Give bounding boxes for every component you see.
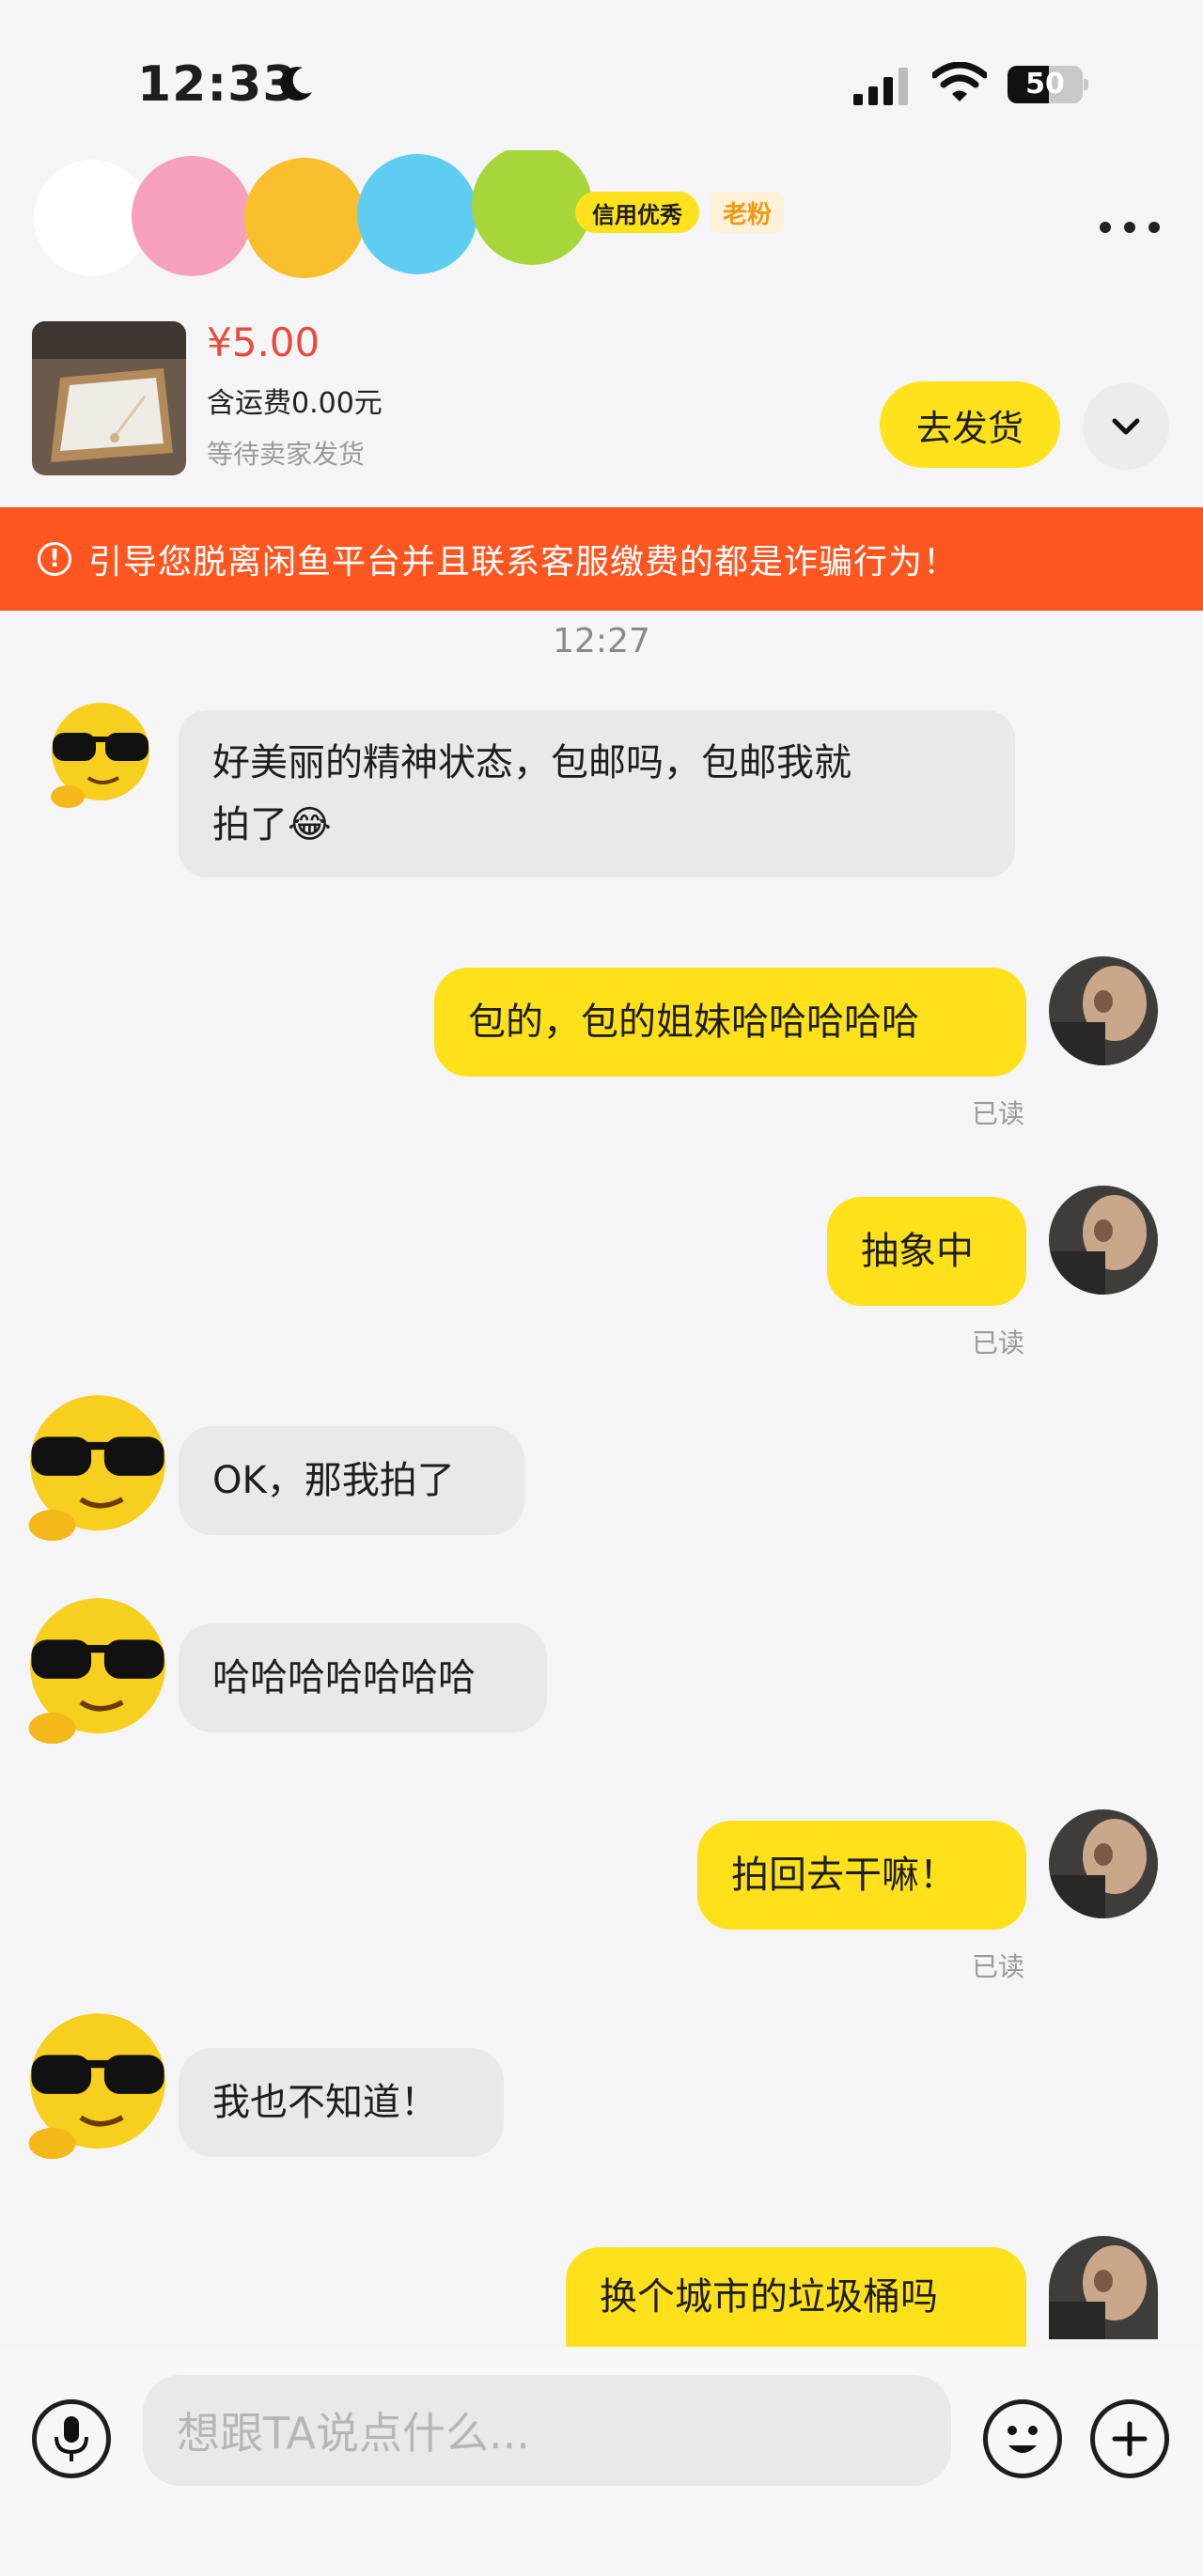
product-thumbnail[interactable] xyxy=(32,321,186,475)
message-incoming[interactable]: 哈哈哈哈哈哈哈 xyxy=(179,1623,547,1732)
ship-button[interactable]: 去发货 xyxy=(880,381,1060,468)
voice-button[interactable] xyxy=(32,2399,111,2478)
buyer-avatar[interactable] xyxy=(13,2003,182,2172)
message-line: 拍了😂 xyxy=(212,803,332,846)
plus-icon xyxy=(1112,2421,1148,2457)
message-outgoing[interactable]: 包的，包的姐妹哈哈哈哈哈 xyxy=(434,968,1026,1077)
read-status: 已读 xyxy=(972,1951,1025,1982)
emoji-icon xyxy=(1008,2426,1038,2453)
message-text: 抽象中 xyxy=(861,1230,974,1273)
moon-icon xyxy=(280,67,312,101)
message-incoming[interactable]: OK，那我拍了 xyxy=(179,1426,524,1535)
status-time: 12:33 xyxy=(137,56,298,113)
microphone-icon xyxy=(55,2416,88,2461)
order-status: 等待卖家发货 xyxy=(207,439,366,470)
message-text: 我也不知道！ xyxy=(212,2081,438,2124)
chevron-down-icon xyxy=(1112,418,1140,435)
credit-badge: 信用优秀 xyxy=(575,192,699,233)
message-text: 换个城市的垃圾桶吗 xyxy=(600,2275,938,2319)
message-input[interactable]: 想跟TA说点什么... xyxy=(143,2375,951,2486)
my-avatar[interactable] xyxy=(1049,1809,1158,1918)
fraud-warning-banner: ! 引导您脱离闲鱼平台并且联系客服缴费的都是诈骗行为！ xyxy=(0,507,1203,611)
message-text: 哈哈哈哈哈哈哈 xyxy=(212,1656,476,1699)
buyer-avatar[interactable] xyxy=(13,1385,182,1554)
seller-name-redaction xyxy=(34,150,592,278)
read-status: 已读 xyxy=(972,1327,1025,1358)
shipping-fee: 含运费0.00元 xyxy=(207,387,383,420)
expand-button[interactable] xyxy=(1083,383,1169,470)
message-outgoing[interactable]: 拍回去干嘛！ xyxy=(697,1821,1026,1930)
warning-icon: ! xyxy=(38,542,71,576)
my-avatar[interactable] xyxy=(1049,2236,1158,2339)
buyer-avatar[interactable] xyxy=(39,695,162,817)
product-price: ¥5.00 xyxy=(207,319,320,365)
fan-badge: 老粉 xyxy=(711,192,784,233)
my-avatar[interactable] xyxy=(1049,1186,1158,1295)
message-incoming[interactable]: 好美丽的精神状态，包邮吗，包邮我就 拍了😂 xyxy=(179,710,1015,877)
message-text: OK，那我拍了 xyxy=(212,1459,455,1502)
message-outgoing[interactable]: 抽象中 xyxy=(827,1197,1026,1306)
message-text: 包的，包的姐妹哈哈哈哈哈 xyxy=(468,1001,919,1044)
battery-icon: 50 xyxy=(1008,66,1088,103)
read-status: 已读 xyxy=(972,1098,1025,1129)
chat-timestamp: 12:27 xyxy=(553,622,650,660)
message-text: 拍回去干嘛！ xyxy=(731,1854,957,1897)
wifi-icon xyxy=(932,62,987,101)
message-line: 好美丽的精神状态，包邮吗，包邮我就 xyxy=(212,741,851,784)
buyer-avatar[interactable] xyxy=(13,1588,182,1757)
more-icon[interactable] xyxy=(1100,222,1160,237)
warning-text: 引导您脱离闲鱼平台并且联系客服缴费的都是诈骗行为！ xyxy=(88,543,959,582)
my-avatar[interactable] xyxy=(1049,956,1158,1065)
more-actions-button[interactable] xyxy=(1090,2399,1169,2478)
emoji-button[interactable] xyxy=(983,2399,1062,2478)
message-incoming[interactable]: 我也不知道！ xyxy=(179,2048,504,2157)
message-outgoing[interactable]: 换个城市的垃圾桶吗 xyxy=(566,2247,1026,2347)
battery-level: 50 xyxy=(1025,68,1065,101)
signal-icon xyxy=(853,68,908,105)
